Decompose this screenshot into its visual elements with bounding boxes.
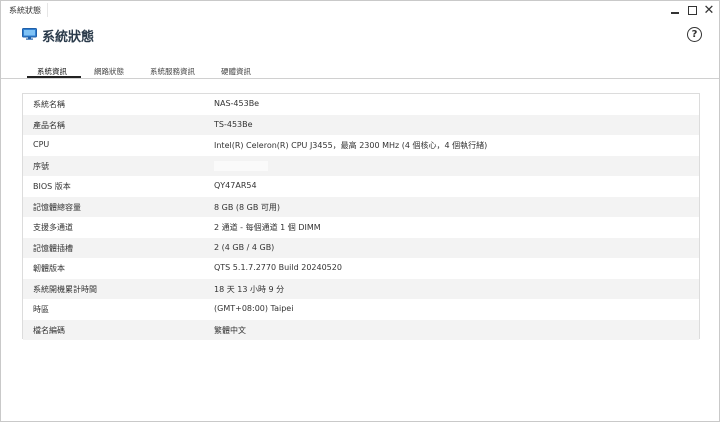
table-row: 序號: [23, 155, 699, 176]
title-divider: [47, 3, 48, 17]
row-value: Intel(R) Celeron(R) CPU J3455，最高 2300 MH…: [214, 141, 488, 150]
row-value: (GMT+08:00) Taipei: [214, 304, 294, 313]
tab-hardware-info[interactable]: 硬體資訊: [221, 66, 251, 77]
page-header: 系統狀態 ?: [1, 23, 719, 47]
row-label: 記憶體總容量: [33, 202, 81, 212]
table-row: 記憶體總容量 8 GB (8 GB 可用): [23, 196, 699, 217]
table-row: CPU Intel(R) Celeron(R) CPU J3455，最高 230…: [23, 135, 699, 156]
row-label: 序號: [33, 161, 49, 171]
row-label: 系統開機累計時間: [33, 284, 97, 294]
app-window: 系統狀態 ✕ 系統狀態 ? 系統資訊 網路狀態 系統服務資訊 硬體資訊 系統名稱…: [0, 0, 720, 422]
table-row: 產品名稱 TS-453Be: [23, 114, 699, 135]
close-button[interactable]: ✕: [702, 3, 716, 17]
title-bar: 系統狀態 ✕: [1, 1, 719, 21]
active-tab-indicator: [27, 76, 81, 78]
row-value: 8 GB (8 GB 可用): [214, 202, 280, 212]
redacted-serial-value: [214, 160, 268, 171]
page-title: 系統狀態: [42, 30, 95, 45]
row-label: 系統名稱: [33, 100, 65, 109]
row-label: 記憶體插槽: [33, 243, 73, 253]
table-row: 檔名編碼 繁體中文: [23, 319, 699, 340]
help-icon[interactable]: ?: [687, 27, 702, 42]
row-value: 18 天 13 小時 9 分: [214, 284, 285, 294]
row-label: 時區: [33, 305, 49, 314]
table-row: 韌體版本 QTS 5.1.7.2770 Build 20240520: [23, 258, 699, 279]
table-row: 記憶體插槽 2 (4 GB / 4 GB): [23, 237, 699, 258]
minimize-button[interactable]: [668, 3, 682, 17]
row-label: 支援多通道: [33, 223, 73, 232]
row-value: TS-453Be: [214, 119, 253, 129]
system-info-table: 系統名稱 NAS-453Be 產品名稱 TS-453Be CPU Intel(R…: [22, 93, 700, 340]
tab-network-status[interactable]: 網路狀態: [94, 66, 124, 77]
row-value: QTS 5.1.7.2770 Build 20240520: [214, 263, 342, 272]
monitor-icon: [22, 28, 37, 40]
table-row: 時區 (GMT+08:00) Taipei: [23, 299, 699, 320]
row-value: 2 通道 - 每個通道 1 個 DIMM: [214, 223, 321, 232]
table-row: 支援多通道 2 通道 - 每個通道 1 個 DIMM: [23, 217, 699, 238]
tab-system-service-info[interactable]: 系統服務資訊: [150, 66, 195, 77]
row-value: NAS-453Be: [214, 99, 260, 108]
row-label: 韌體版本: [33, 264, 65, 273]
row-label: BIOS 版本: [33, 182, 71, 191]
row-value: QY47AR54: [214, 181, 257, 190]
table-row: 系統開機累計時間 18 天 13 小時 9 分: [23, 278, 699, 299]
minimize-icon: [671, 12, 679, 14]
close-icon: ✕: [703, 2, 715, 18]
table-row: 系統名稱 NAS-453Be: [23, 94, 699, 115]
row-label: CPU: [33, 140, 50, 149]
tab-bar: 系統資訊 網路狀態 系統服務資訊 硬體資訊: [1, 63, 719, 79]
row-label: 產品名稱: [33, 120, 65, 130]
row-label: 檔名編碼: [33, 325, 65, 335]
row-value: 繁體中文: [214, 325, 246, 335]
row-value: 2 (4 GB / 4 GB): [214, 242, 275, 252]
maximize-button[interactable]: [685, 3, 699, 17]
window-title: 系統狀態: [9, 6, 41, 15]
table-row: BIOS 版本 QY47AR54: [23, 176, 699, 197]
maximize-icon: [687, 5, 697, 15]
